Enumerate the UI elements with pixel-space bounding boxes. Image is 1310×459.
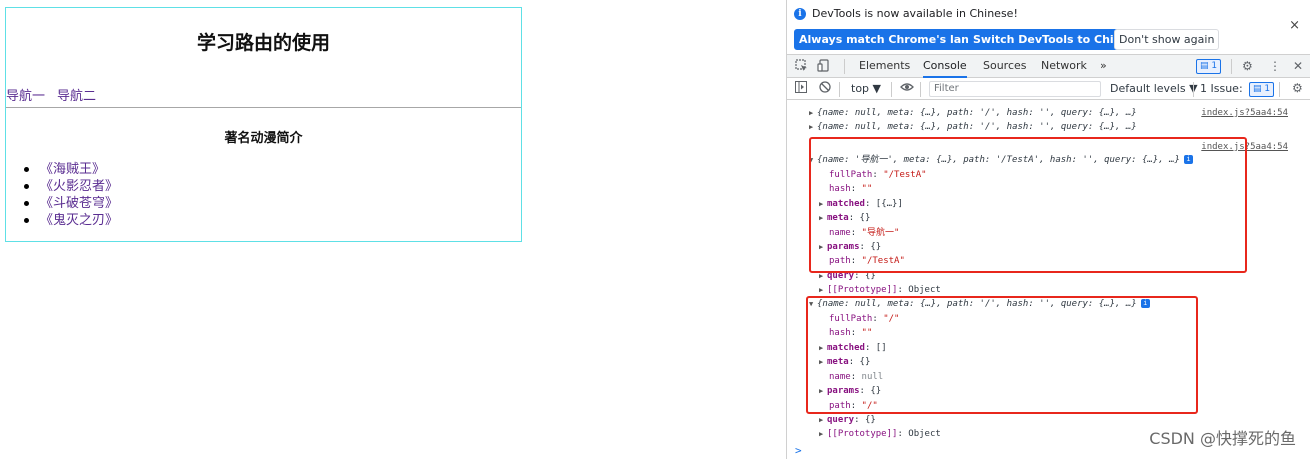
more-tabs-icon[interactable]: » [1100,55,1107,78]
toolbar-divider [844,59,845,74]
message-icon: ▤ [1200,61,1209,71]
console-toolbar: top ▼ Filter Default levels ▼ 1 Issue: ▤… [787,79,1310,100]
expand-arrow-icon[interactable]: ▶ [809,120,817,134]
filter-input[interactable]: Filter [929,81,1101,97]
expand-arrow-icon[interactable]: ▶ [819,413,827,427]
property-value: Object [908,285,941,295]
nav-link-1[interactable]: 导航一 [6,89,45,104]
toolbar-divider [920,82,921,97]
list-item: 《鬼灭之刃》 [24,212,118,229]
eye-icon[interactable] [900,80,914,97]
infobar-message: DevTools is now available in Chinese! [812,7,1018,20]
toolbar-divider [1193,82,1194,97]
source-link[interactable]: index.js?5aa4:54 [1201,106,1288,120]
device-toolbar-icon[interactable] [817,59,830,75]
console-row[interactable]: ▶ {name: null, meta: {…}, path: '/', hash… [787,120,1310,134]
context-selector[interactable]: top ▼ [851,82,881,95]
highlight-box-route-b [806,296,1198,414]
expand-arrow-icon[interactable]: ▶ [819,283,827,297]
close-icon[interactable]: × [1289,18,1300,33]
section-title: 著名动漫简介 [224,131,303,146]
info-icon: i [794,8,806,20]
sidebar-toggle-icon[interactable] [795,81,807,96]
message-count: 1 [1211,61,1218,71]
anime-list: 《海贼王》 《火影忍者》 《斗破苍穹》 《鬼灭之刃》 [24,161,118,229]
issue-count: 1 [1264,84,1271,94]
console-output: ▶ {name: null, meta: {…}, path: '/', hash… [787,100,1310,459]
property-value: {} [864,415,876,425]
anime-link[interactable]: 《鬼灭之刃》 [40,213,118,228]
toolbar-divider [891,82,892,97]
tab-network[interactable]: Network [1041,55,1087,78]
close-devtools-icon[interactable]: ✕ [1293,59,1303,73]
tab-console[interactable]: Console [923,55,967,78]
language-infobar: i DevTools is now available in Chinese! … [787,0,1310,53]
issue-icon: ▤ [1253,84,1262,94]
toolbar-divider [1279,82,1280,97]
tab-elements[interactable]: Elements [859,55,910,78]
expand-arrow-icon[interactable]: ▶ [809,106,817,120]
console-prompt-icon[interactable]: > [795,444,802,457]
nav-link-2[interactable]: 导航二 [57,89,96,104]
property-value: Object [908,429,941,439]
property-row[interactable]: ▶ [[Prototype]]: Object [787,283,1310,297]
list-item: 《海贼王》 [24,161,118,178]
devtools-panel: i DevTools is now available in Chinese! … [786,0,1310,459]
list-item: 《火影忍者》 [24,178,118,195]
dont-show-again-button[interactable]: Don't show again [1114,29,1220,50]
highlight-box-route-a [809,137,1247,273]
divider [6,107,521,108]
settings-gear-icon[interactable]: ⚙ [1242,59,1253,73]
vue-app-panel: 学习路由的使用 导航一 导航二 著名动漫简介 《海贼王》 《火影忍者》 《斗破苍穹… [5,7,522,242]
log-levels-dropdown[interactable]: Default levels ▼ [1110,82,1198,95]
kebab-menu-icon[interactable]: ⋮ [1269,59,1281,73]
anime-link[interactable]: 《火影忍者》 [40,179,118,194]
tab-sources[interactable]: Sources [983,55,1027,78]
console-settings-icon[interactable]: ⚙ [1292,81,1303,95]
console-row[interactable]: ▶ {name: null, meta: {…}, path: '/', hash… [787,106,1310,120]
anime-link[interactable]: 《海贼王》 [40,162,105,177]
object-summary: {name: null, meta: {…}, path: '/', hash:… [817,108,1137,118]
expand-arrow-icon[interactable]: ▶ [819,427,827,441]
message-count-badge[interactable]: ▤ 1 [1196,59,1222,74]
watermark: CSDN @快撑死的鱼 [1149,429,1296,448]
object-summary: {name: null, meta: {…}, path: '/', hash:… [817,122,1137,132]
toolbar-divider [1231,59,1232,74]
page-title: 学习路由的使用 [196,32,330,54]
clear-console-icon[interactable] [819,81,831,96]
list-item: 《斗破苍穹》 [24,195,118,212]
issues-label[interactable]: 1 Issue: [1200,82,1243,95]
router-nav: 导航一 导航二 [6,85,108,104]
inspect-element-icon[interactable] [795,59,808,75]
issues-badge[interactable]: ▤ 1 [1249,82,1275,97]
toolbar-divider [839,82,840,97]
devtools-tabbar: Elements Console Sources Network » ▤ 1 ⚙… [787,54,1310,78]
anime-link[interactable]: 《斗破苍穹》 [40,196,118,211]
